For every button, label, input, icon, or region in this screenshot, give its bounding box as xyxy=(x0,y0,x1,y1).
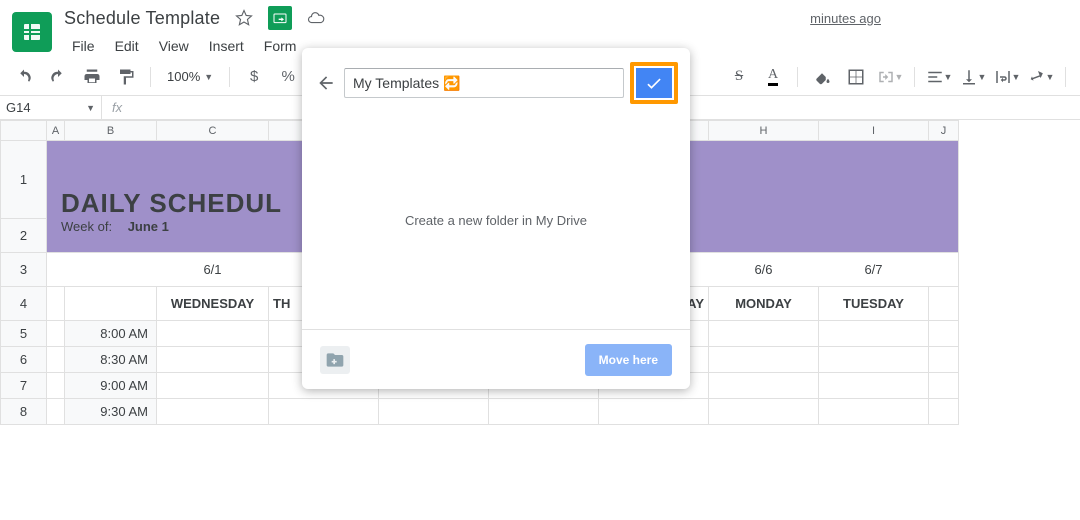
day-name: WEDNESDAY xyxy=(157,287,269,321)
row-header[interactable]: 3 xyxy=(1,253,47,287)
menu-format[interactable]: Form xyxy=(256,34,305,58)
fill-color-icon[interactable] xyxy=(808,63,836,91)
time-cell: 9:30 AM xyxy=(65,399,157,425)
confirm-create-button[interactable] xyxy=(636,68,672,98)
select-all-corner[interactable] xyxy=(1,121,47,141)
undo-icon[interactable] xyxy=(10,63,38,91)
time-cell: 9:00 AM xyxy=(65,373,157,399)
table-row[interactable]: 8 9:30 AM xyxy=(1,399,959,425)
day-name: TUESDAY xyxy=(819,287,929,321)
separator xyxy=(150,67,151,87)
doc-title[interactable]: Schedule Template xyxy=(64,8,220,29)
confirm-highlight xyxy=(630,62,678,104)
strikethrough-icon[interactable]: S xyxy=(725,63,753,91)
zoom-selector[interactable]: 100% ▼ xyxy=(161,69,219,84)
row-header[interactable]: 7 xyxy=(1,373,47,399)
borders-icon[interactable] xyxy=(842,63,870,91)
menu-edit[interactable]: Edit xyxy=(107,34,147,58)
day-name: MONDAY xyxy=(709,287,819,321)
paint-format-icon[interactable] xyxy=(112,63,140,91)
print-icon[interactable] xyxy=(78,63,106,91)
col-header[interactable]: H xyxy=(709,121,819,141)
chevron-down-icon: ▼ xyxy=(86,103,95,113)
chevron-down-icon: ▼ xyxy=(1012,72,1021,82)
popover-body: Create a new folder in My Drive xyxy=(302,112,690,329)
doc-title-row: Schedule Template minutes ago xyxy=(64,6,1068,30)
row-header[interactable]: 8 xyxy=(1,399,47,425)
chevron-down-icon: ▼ xyxy=(204,72,213,82)
chevron-down-icon: ▼ xyxy=(895,72,904,82)
vertical-align-icon[interactable]: ▼ xyxy=(959,63,987,91)
menu-view[interactable]: View xyxy=(151,34,197,58)
popover-body-text: Create a new folder in My Drive xyxy=(405,213,587,228)
separator xyxy=(1065,67,1066,87)
move-file-popover: My Templates 🔁 Create a new folder in My… xyxy=(302,48,690,389)
col-header[interactable]: C xyxy=(157,121,269,141)
time-cell: 8:00 AM xyxy=(65,321,157,347)
day-date: 6/7 xyxy=(819,253,929,287)
zoom-value: 100% xyxy=(167,69,200,84)
popover-footer: Move here xyxy=(302,329,690,389)
row-header[interactable]: 4 xyxy=(1,287,47,321)
row-header[interactable]: 6 xyxy=(1,347,47,373)
day-date: 6/6 xyxy=(709,253,819,287)
col-header[interactable]: A xyxy=(47,121,65,141)
percent-button[interactable]: % xyxy=(274,63,302,91)
row-header[interactable]: 1 xyxy=(1,141,47,219)
text-rotation-icon[interactable]: ▼ xyxy=(1027,63,1055,91)
cloud-status-icon[interactable] xyxy=(306,8,326,28)
folder-name-value: My Templates 🔁 xyxy=(353,75,460,92)
sheets-logo-icon[interactable] xyxy=(12,12,52,52)
separator xyxy=(229,67,230,87)
new-folder-icon[interactable] xyxy=(320,346,350,374)
text-color-icon[interactable]: A xyxy=(759,63,787,91)
separator xyxy=(797,67,798,87)
popover-header: My Templates 🔁 xyxy=(302,48,690,112)
move-to-folder-icon[interactable] xyxy=(268,6,292,30)
time-cell: 8:30 AM xyxy=(65,347,157,373)
folder-name-input[interactable]: My Templates 🔁 xyxy=(344,68,624,98)
move-here-button[interactable]: Move here xyxy=(585,344,672,376)
day-date: 6/1 xyxy=(157,253,269,287)
name-box[interactable]: G14 ▼ xyxy=(0,96,102,119)
name-box-value: G14 xyxy=(6,100,31,115)
text-wrap-icon[interactable]: ▼ xyxy=(993,63,1021,91)
menu-file[interactable]: File xyxy=(64,34,103,58)
col-header[interactable]: I xyxy=(819,121,929,141)
col-header[interactable]: J xyxy=(929,121,959,141)
menu-insert[interactable]: Insert xyxy=(201,34,252,58)
chevron-down-icon: ▼ xyxy=(1046,72,1055,82)
separator xyxy=(914,67,915,87)
fx-icon: fx xyxy=(102,100,132,115)
row-header[interactable]: 2 xyxy=(1,219,47,253)
star-icon[interactable] xyxy=(234,8,254,28)
hero-sub-value: June 1 xyxy=(128,219,169,234)
back-arrow-icon[interactable] xyxy=(314,71,338,95)
chevron-down-icon: ▼ xyxy=(944,72,953,82)
col-header[interactable]: B xyxy=(65,121,157,141)
redo-icon[interactable] xyxy=(44,63,72,91)
row-header[interactable]: 5 xyxy=(1,321,47,347)
merge-cells-icon[interactable]: ▼ xyxy=(876,63,904,91)
currency-button[interactable]: $ xyxy=(240,63,268,91)
horizontal-align-icon[interactable]: ▼ xyxy=(925,63,953,91)
chevron-down-icon: ▼ xyxy=(978,72,987,82)
last-edit-link[interactable]: minutes ago xyxy=(810,11,881,26)
hero-sub-label: Week of: xyxy=(61,219,112,234)
